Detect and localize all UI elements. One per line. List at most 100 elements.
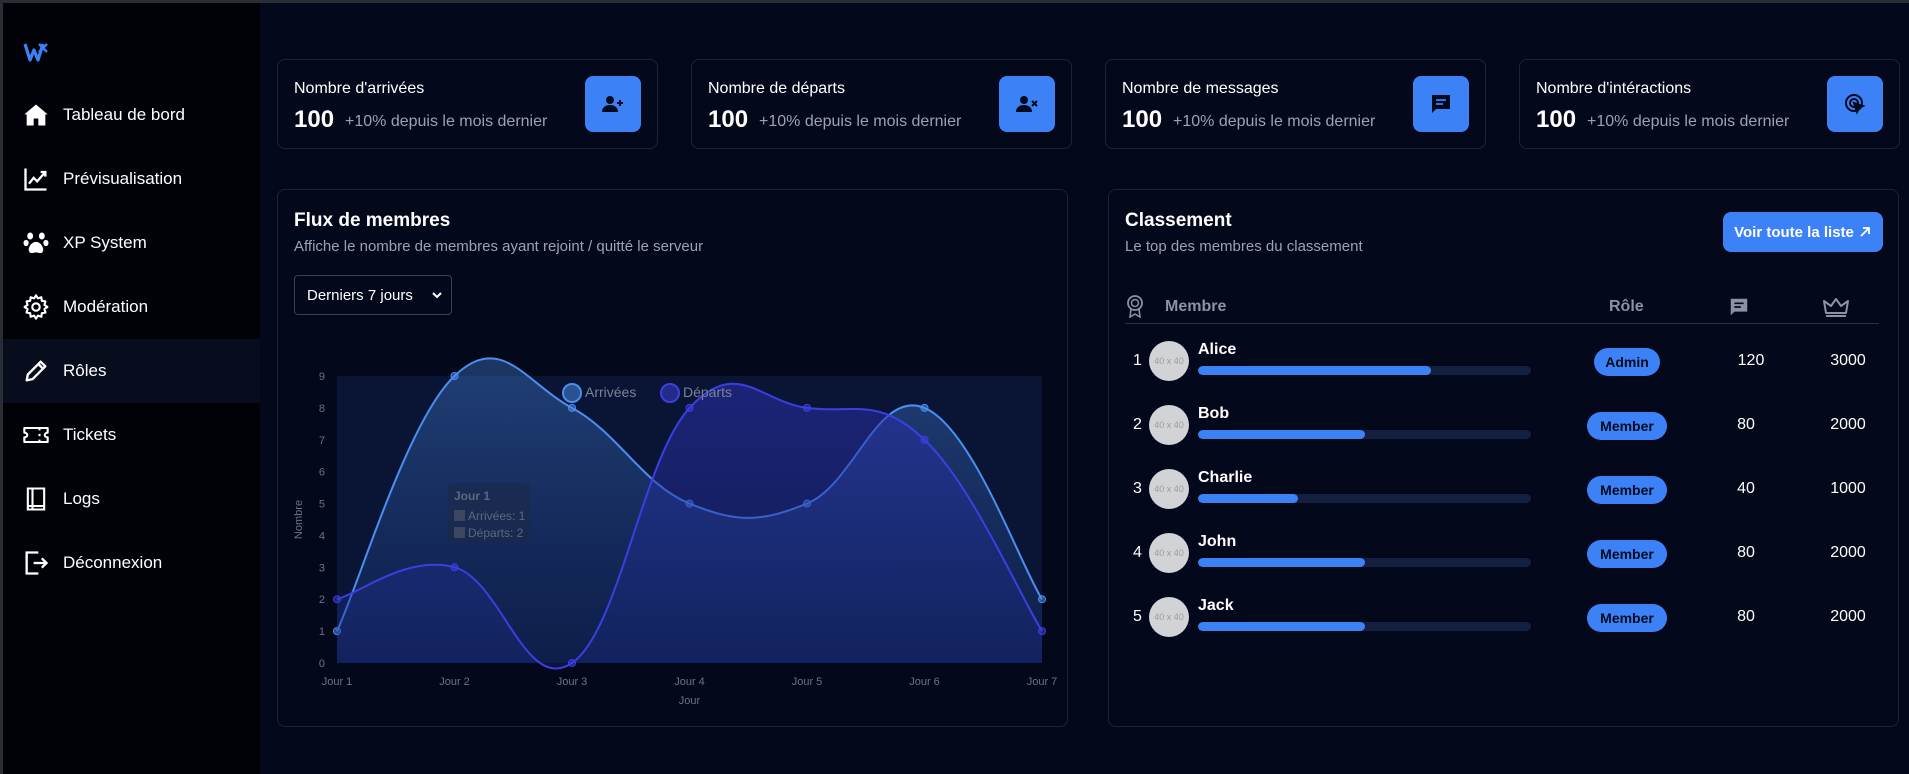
xp-progress-fill <box>1198 366 1432 375</box>
message-count: 80 <box>1737 544 1755 561</box>
member-name: John <box>1198 533 1237 550</box>
x-tick-label: Jour 7 <box>1027 676 1058 688</box>
flux-subtitle: Affiche le nombre de membres ayant rejoi… <box>294 238 704 255</box>
sidebar-item-deconnexion[interactable]: Déconnexion <box>3 531 260 595</box>
stat-card-interactions: Nombre d'intéractions 100 +10% depuis le… <box>1519 59 1900 149</box>
y-tick-label: 0 <box>319 658 325 670</box>
stat-delta: +10% depuis le mois dernier <box>1587 113 1790 130</box>
y-tick-label: 1 <box>319 626 325 638</box>
sidebar-item-label: Tableau de bord <box>63 105 185 124</box>
member-name: Charlie <box>1198 469 1253 486</box>
chart-line-icon <box>21 164 51 194</box>
stat-value: 100 <box>294 106 335 133</box>
leaderboard-row[interactable]: 5 40 x 40 Jack Member 80 2000 <box>1125 586 1879 650</box>
leaderboard-row[interactable]: 2 40 x 40 Bob Member 80 2000 <box>1125 394 1879 458</box>
leaderboard-row[interactable]: 1 40 x 40 Alice Admin 120 3000 <box>1125 330 1879 394</box>
sidebar-item-logs[interactable]: Logs <box>3 467 260 531</box>
stat-card-messages: Nombre de messages 100 +10% depuis le mo… <box>1105 59 1486 149</box>
y-tick-label: 4 <box>319 530 325 542</box>
stat-value: 100 <box>1536 106 1577 133</box>
sidebar-item-label: XP System <box>63 233 147 252</box>
xp-progress-bar <box>1198 366 1531 375</box>
avatar: 40 x 40 <box>1149 341 1189 381</box>
avatar: 40 x 40 <box>1149 597 1189 637</box>
xp-value: 3000 <box>1830 352 1866 369</box>
message-count: 40 <box>1737 480 1755 497</box>
sidebar-item-label: Prévisualisation <box>63 169 183 188</box>
classement-panel: Classement Le top des membres du classem… <box>1108 189 1899 727</box>
medal-icon <box>1127 295 1143 318</box>
voir-liste-button[interactable]: Voir toute la liste <box>1723 212 1883 252</box>
xp-progress-bar <box>1198 494 1531 503</box>
sidebar-item-label: Déconnexion <box>63 553 163 572</box>
stat-delta: +10% depuis le mois dernier <box>345 113 548 130</box>
xp-progress-fill <box>1198 430 1365 439</box>
xp-progress-fill <box>1198 494 1298 503</box>
x-tick-label: Jour 6 <box>909 676 940 688</box>
message-icon <box>1413 76 1469 132</box>
gear-icon <box>21 292 51 322</box>
xp-value: 1000 <box>1830 480 1866 497</box>
legend-label: Arrivées <box>585 384 636 400</box>
x-axis-label: Jour <box>679 695 701 707</box>
tooltip-line: Départs: 2 <box>468 526 524 540</box>
sidebar-item-tickets[interactable]: Tickets <box>3 403 260 467</box>
x-tick-label: Jour 1 <box>322 676 353 688</box>
leaderboard-row[interactable]: 3 40 x 40 Charlie Member 40 1000 <box>1125 458 1879 522</box>
sidebar-item-moderation[interactable]: Modération <box>3 275 260 339</box>
sidebar-item-label: Modération <box>63 297 149 316</box>
classement-title: Classement <box>1125 210 1232 231</box>
sidebar-item-roles[interactable]: Rôles <box>3 339 260 403</box>
member-name: Bob <box>1198 405 1230 422</box>
member-name: Alice <box>1198 341 1237 358</box>
message-count: 80 <box>1737 416 1755 433</box>
xp-value: 2000 <box>1830 416 1866 433</box>
click-icon <box>1827 76 1883 132</box>
data-point <box>920 403 929 412</box>
data-point <box>333 595 341 604</box>
xp-progress-bar <box>1198 558 1531 567</box>
leaderboard-row[interactable]: 4 40 x 40 John Member 80 2000 <box>1125 522 1879 586</box>
role-badge: Member <box>1587 412 1667 440</box>
crown-icon <box>1823 298 1849 317</box>
rank: 1 <box>1133 352 1142 369</box>
y-tick-label: 3 <box>319 562 325 574</box>
user-x-icon <box>999 76 1055 132</box>
flux-title: Flux de membres <box>294 210 451 231</box>
x-tick-label: Jour 3 <box>557 676 588 688</box>
leaderboard-header: Membre Rôle <box>1125 290 1879 324</box>
stat-value: 100 <box>1122 106 1163 133</box>
data-point <box>568 403 576 412</box>
role-badge: Member <box>1587 540 1667 568</box>
col-member: Membre <box>1165 298 1227 315</box>
pencil-icon <box>21 356 51 386</box>
message-count: 80 <box>1737 608 1755 625</box>
period-select-value: Derniers 7 jours <box>307 286 413 304</box>
sidebar-item-previsualisation[interactable]: Prévisualisation <box>3 147 260 211</box>
rank: 2 <box>1133 416 1142 433</box>
sidebar-item-xp-system[interactable]: XP System <box>3 211 260 275</box>
data-point <box>1038 627 1046 636</box>
message-icon <box>1730 298 1748 316</box>
logout-icon <box>21 548 51 578</box>
stat-title: Nombre d'intéractions <box>1536 80 1692 97</box>
flux-panel: Flux de membres Affiche le nombre de mem… <box>277 189 1068 727</box>
paw-icon <box>21 228 51 258</box>
legend-label: Départs <box>683 384 732 400</box>
arrow-up-right-icon <box>1860 227 1870 237</box>
sidebar-item-label: Rôles <box>63 361 107 380</box>
rank: 3 <box>1133 480 1142 497</box>
rank: 5 <box>1133 608 1142 625</box>
avatar: 40 x 40 <box>1149 469 1189 509</box>
flux-chart: 0 1 2 3 4 5 6 7 8 9 Jour 1 Jour 2 Jour 3 Jour 4 Jour 5… <box>293 357 1058 707</box>
period-select[interactable]: Derniers 7 jours <box>294 275 452 315</box>
avatar: 40 x 40 <box>1149 533 1189 573</box>
sidebar-item-label: Tickets <box>63 425 117 444</box>
rank: 4 <box>1133 544 1142 561</box>
sidebar-item-tableau-de-bord[interactable]: Tableau de bord <box>3 83 260 147</box>
stat-card-departs: Nombre de départs 100 +10% depuis le moi… <box>691 59 1072 149</box>
x-tick-label: Jour 2 <box>439 676 470 688</box>
book-icon <box>21 484 51 514</box>
xp-progress-fill <box>1198 558 1365 567</box>
xp-progress-fill <box>1198 622 1365 631</box>
